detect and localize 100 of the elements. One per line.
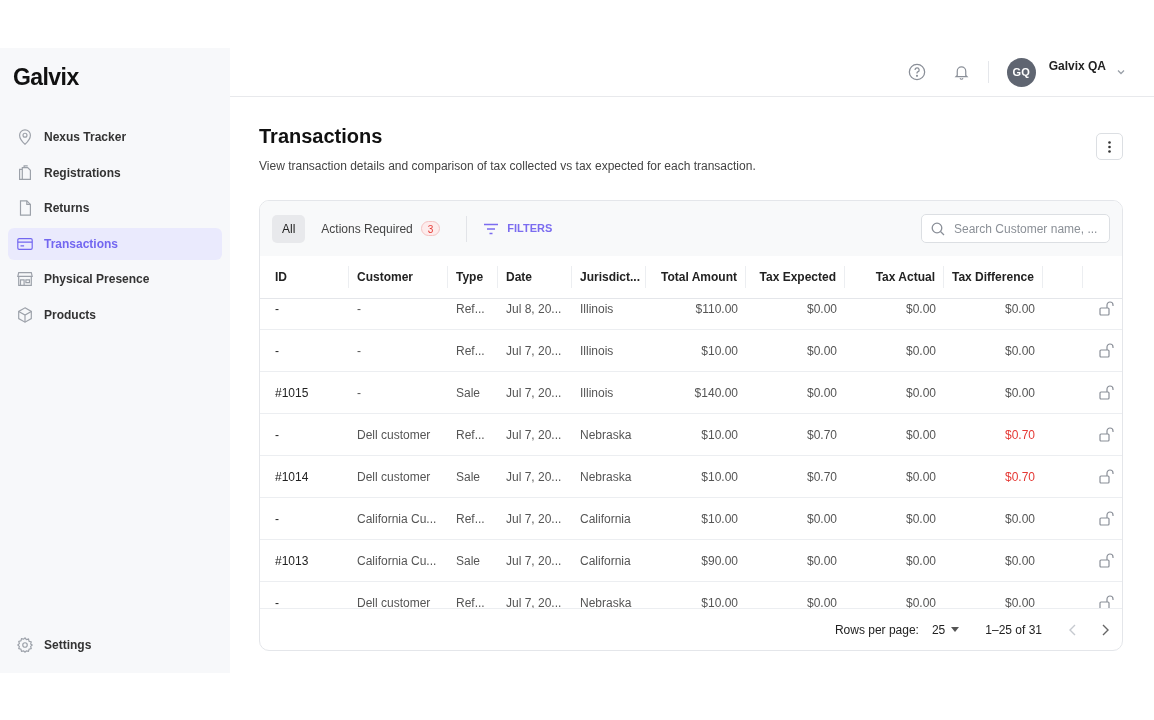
table-cell-text: Ref...: [455, 594, 486, 608]
table-cell-text: $0.00: [904, 300, 937, 318]
sidebar-item[interactable]: Settings: [8, 629, 222, 661]
column-header[interactable]: ID: [267, 266, 349, 288]
table-cell-text: -: [356, 342, 362, 360]
more-options-button[interactable]: [1096, 133, 1123, 160]
table-cell-text: -: [356, 384, 362, 402]
cube-icon: [16, 305, 34, 324]
table-cell-text: Jul 7, 20...: [505, 552, 563, 570]
table-cell-text: Sale: [455, 384, 482, 402]
table-cell-text: $110.00: [694, 300, 739, 318]
table-cell-text: Dell customer: [356, 468, 432, 486]
column-header[interactable]: Customer: [349, 266, 448, 288]
rows-per-page-select[interactable]: 25: [931, 620, 960, 639]
table-cell-text: $0.00: [904, 552, 937, 570]
table-cell-text: $0.70: [805, 468, 838, 486]
table-cell-text: $10.00: [700, 342, 739, 360]
page-title: Transactions: [259, 124, 384, 148]
table-cell-text: $0.00: [805, 510, 838, 528]
table-cell-text: Ref...: [455, 510, 486, 528]
table-cell-text: Sale: [455, 468, 482, 486]
table-cell-text: $0.00: [1003, 300, 1036, 318]
logo: Galvix: [12, 63, 80, 92]
unlocked-padlock-icon[interactable]: [1099, 427, 1115, 442]
table-cell-text: Ref...: [455, 300, 486, 318]
table-cell-text: Dell customer: [356, 426, 432, 444]
map-pin-icon: [16, 128, 34, 146]
table-cell-text: $0.00: [1003, 384, 1036, 402]
sidebar-item[interactable]: Products: [8, 298, 222, 331]
unlocked-padlock-icon[interactable]: [1099, 301, 1115, 316]
table-cell-text: Illinois: [579, 342, 615, 360]
unlocked-padlock-icon[interactable]: [1099, 511, 1115, 526]
user-avatar[interactable]: GQ: [1006, 57, 1036, 87]
column-header[interactable]: Type: [448, 266, 498, 288]
table-cell-text: -: [356, 300, 362, 318]
table-cell-text: Jul 7, 20...: [505, 342, 563, 360]
table-cell-text: Ref...: [455, 426, 486, 444]
unlocked-padlock-icon[interactable]: [1099, 469, 1115, 484]
unlocked-padlock-icon[interactable]: [1099, 385, 1115, 400]
column-header[interactable]: Total Amount: [646, 266, 746, 288]
table-cell-text: Jul 7, 20...: [505, 426, 563, 444]
sidebar-item[interactable]: Nexus Tracker: [8, 121, 222, 153]
table-cell-text: -: [274, 510, 280, 528]
table-cell-text: Illinois: [579, 300, 615, 318]
column-header[interactable]: Tax Difference: [944, 266, 1043, 288]
previous-page-icon[interactable]: [1068, 623, 1078, 636]
dropdown-caret-icon: [951, 627, 960, 632]
notification-bell-icon[interactable]: [952, 63, 970, 81]
next-page-icon[interactable]: [1100, 623, 1110, 636]
table-cell-text: California Cu...: [356, 510, 438, 528]
storefront-icon: [16, 270, 34, 288]
table-cell-text: $0.00: [805, 342, 838, 360]
table-cell-text: Nebraska: [579, 426, 633, 444]
unlocked-padlock-icon[interactable]: [1099, 595, 1115, 608]
table-cell-text: $0.00: [904, 510, 937, 528]
table-cell-text: #1014: [274, 468, 310, 486]
table-cell-text: California Cu...: [356, 552, 438, 570]
settings-icon: [16, 636, 34, 654]
table-cell-text: California: [579, 510, 632, 528]
table-cell-text: California: [579, 552, 632, 570]
sidebar-item[interactable]: Transactions: [8, 227, 222, 260]
page-description: View transaction details and comparison of tax collected vs tax expected for each transaction.: [259, 158, 756, 175]
search-field[interactable]: Search Customer name, ...: [921, 214, 1110, 243]
sidebar-item[interactable]: Returns: [8, 192, 222, 224]
sidebar-item[interactable]: Physical Presence: [8, 263, 222, 295]
table-cell-text: -: [274, 426, 280, 444]
help-icon[interactable]: [907, 63, 926, 81]
filter-tab[interactable]: Actions Required 3: [311, 214, 451, 243]
unlocked-padlock-icon[interactable]: [1099, 343, 1115, 358]
column-header[interactable]: Tax Expected: [746, 266, 845, 288]
unlocked-padlock-icon[interactable]: [1099, 553, 1115, 568]
column-header[interactable]: Jurisdict...: [572, 266, 646, 288]
table-cell-text: #1015: [274, 384, 310, 402]
table-cell-text: Nebraska: [579, 468, 633, 486]
table-cell-text: Jul 7, 20...: [505, 594, 563, 608]
table-cell-text: $0.00: [805, 594, 838, 608]
table-cell-text: $0.00: [805, 384, 838, 402]
table-cell-text: $0.70: [1003, 468, 1036, 486]
table-cell-text: $0.00: [805, 300, 838, 318]
table-cell-text: $0.70: [805, 426, 838, 444]
search-icon: [931, 221, 945, 236]
table-cell-text: Sale: [455, 552, 482, 570]
sidebar-item[interactable]: Registrations: [8, 156, 222, 189]
pagination-range: 1–25 of 31: [985, 621, 1042, 639]
table-cell-text: $0.00: [904, 384, 937, 402]
filter-icon: [483, 222, 500, 235]
column-header[interactable]: Date: [498, 266, 572, 288]
table-cell-text: $0.00: [904, 342, 937, 360]
table-cell-text: $0.00: [904, 594, 937, 608]
table-cell-text: -: [274, 342, 280, 360]
filter-tab[interactable]: All: [272, 214, 306, 243]
filters-button[interactable]: FILTERS: [483, 220, 553, 237]
table-cell-text: Dell customer: [356, 594, 432, 608]
column-header[interactable]: Tax Actual: [845, 266, 944, 288]
table-cell-text: $90.00: [700, 552, 739, 570]
table-cell-text: $0.00: [904, 468, 937, 486]
table-cell-text: Jul 7, 20...: [505, 468, 563, 486]
user-name[interactable]: Galvix QA: [1048, 57, 1106, 75]
table-cell-text: Illinois: [579, 384, 615, 402]
table-cell-text: Ref...: [455, 342, 486, 360]
